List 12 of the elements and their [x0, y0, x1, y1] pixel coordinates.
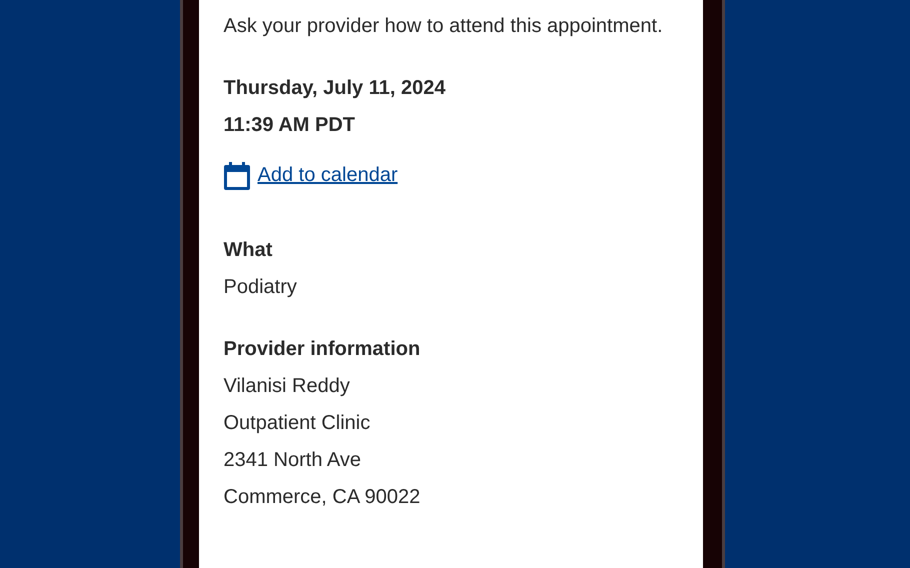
add-to-calendar-link[interactable]: Add to calendar — [258, 157, 398, 194]
appointment-time: 11:39 AM PDT — [224, 113, 356, 138]
detail-text: Podiatry — [224, 275, 298, 300]
calendar-icon[interactable] — [224, 162, 250, 190]
detail-text: Outpatient Clinic — [224, 411, 372, 436]
detail-text: 2341 North Ave — [224, 448, 362, 473]
instructions-text: Ask your provider how to attend this appointment. — [224, 14, 664, 39]
appointment-date: Thursday, July 11, 2024 — [224, 76, 446, 101]
section-heading: Provider information — [224, 337, 422, 362]
detail-text: Vilanisi Reddy — [224, 374, 351, 399]
detail-text: Commerce, CA 90022 — [224, 485, 422, 510]
section-heading: What — [224, 238, 274, 263]
